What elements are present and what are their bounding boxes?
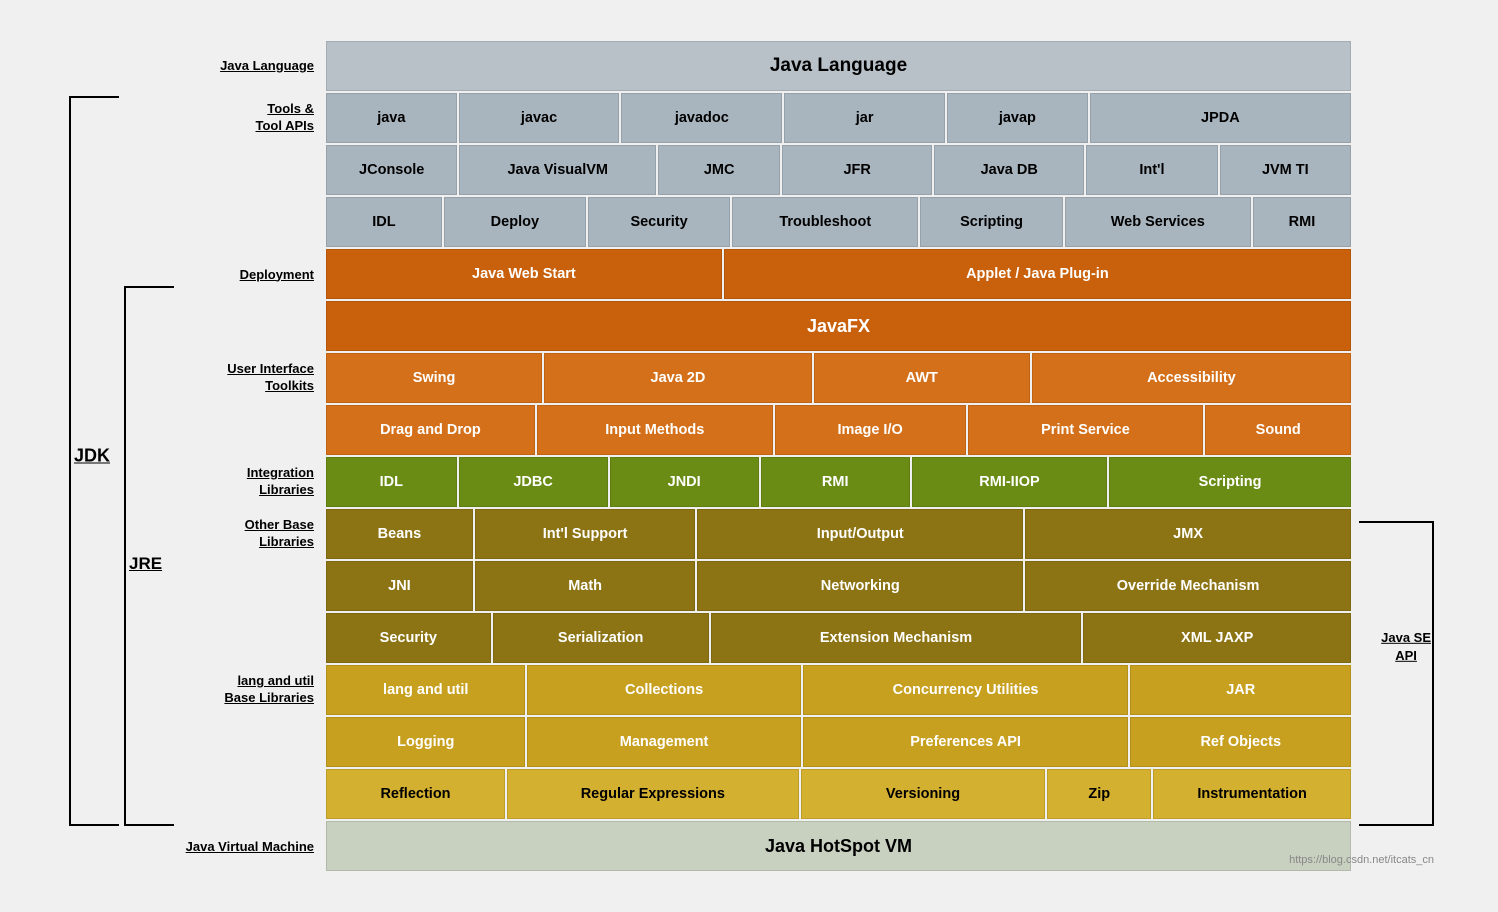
cell-idl-tools: IDL xyxy=(326,197,442,247)
cell-java: java xyxy=(326,93,457,143)
cell-javafx: JavaFX xyxy=(326,301,1351,351)
label-lang-util: lang and utilBase Libraries xyxy=(179,665,324,715)
label-deployment: Deployment xyxy=(179,249,324,299)
cell-accessibility: Accessibility xyxy=(1032,353,1351,403)
cell-prefs-api: Preferences API xyxy=(803,717,1129,767)
cell-applet: Applet / Java Plug-in xyxy=(724,249,1351,299)
cell-reflection: Reflection xyxy=(326,769,505,819)
cell-inputoutput: Input/Output xyxy=(697,509,1023,559)
cell-sound: Sound xyxy=(1205,405,1351,455)
cell-serialization: Serialization xyxy=(493,613,709,663)
cell-java2d: Java 2D xyxy=(544,353,812,403)
cell-logging: Logging xyxy=(326,717,525,767)
cell-swing: Swing xyxy=(326,353,542,403)
cell-rmi-tools: RMI xyxy=(1253,197,1351,247)
cell-deploy: Deploy xyxy=(444,197,586,247)
cell-jwebstart: Java Web Start xyxy=(326,249,722,299)
label-jvm: Java Virtual Machine xyxy=(179,821,324,871)
label-java-language: Java Language xyxy=(179,41,324,91)
cell-javadoc: javadoc xyxy=(621,93,782,143)
cell-security-base: Security xyxy=(326,613,491,663)
cell-security-tools: Security xyxy=(588,197,730,247)
cell-versioning: Versioning xyxy=(801,769,1046,819)
cell-imageio: Image I/O xyxy=(775,405,966,455)
cell-jar-util: JAR xyxy=(1130,665,1351,715)
jdk-label: JDK xyxy=(74,443,110,470)
cell-management: Management xyxy=(527,717,800,767)
cell-jvisualvm: Java VisualVM xyxy=(459,145,656,195)
cell-jdbc: JDBC xyxy=(459,457,608,507)
cell-override: Override Mechanism xyxy=(1025,561,1351,611)
cell-idl-int: IDL xyxy=(326,457,457,507)
cell-webservices: Web Services xyxy=(1065,197,1251,247)
cell-jconsole: JConsole xyxy=(326,145,457,195)
label-tools: Tools &Tool APIs xyxy=(179,93,324,143)
watermark: https://blog.csdn.net/itcats_cn xyxy=(1289,854,1434,866)
label-ui-toolkits: User InterfaceToolkits xyxy=(179,353,324,403)
cell-jar: jar xyxy=(784,93,945,143)
cell-networking: Networking xyxy=(697,561,1023,611)
cell-input-methods: Input Methods xyxy=(537,405,773,455)
label-integration: IntegrationLibraries xyxy=(179,457,324,507)
java-se-label: Java SEAPI xyxy=(1381,629,1431,665)
cell-scripting-tools: Scripting xyxy=(920,197,1062,247)
cell-math: Math xyxy=(475,561,696,611)
cell-java-language: Java Language xyxy=(326,41,1351,91)
cell-jvmti: JVM TI xyxy=(1220,145,1351,195)
cell-jpda: JPDA xyxy=(1090,93,1351,143)
cell-instrumentation: Instrumentation xyxy=(1153,769,1351,819)
cell-troubleshoot: Troubleshoot xyxy=(732,197,918,247)
cell-javac: javac xyxy=(459,93,620,143)
cell-jfr: JFR xyxy=(782,145,932,195)
cell-jni: JNI xyxy=(326,561,473,611)
cell-dnd: Drag and Drop xyxy=(326,405,535,455)
cell-zip: Zip xyxy=(1047,769,1151,819)
jre-label: JRE xyxy=(129,551,162,577)
cell-xml-jaxp: XML JAXP xyxy=(1083,613,1351,663)
cell-ext-mechanism: Extension Mechanism xyxy=(711,613,1082,663)
cell-beans: Beans xyxy=(326,509,473,559)
label-other-base: Other BaseLibraries xyxy=(179,509,324,559)
cell-rmi-int: RMI xyxy=(761,457,910,507)
cell-scripting-int: Scripting xyxy=(1109,457,1351,507)
cell-collections: Collections xyxy=(527,665,800,715)
cell-regex: Regular Expressions xyxy=(507,769,799,819)
cell-jmx: JMX xyxy=(1025,509,1351,559)
cell-concurrency: Concurrency Utilities xyxy=(803,665,1129,715)
cell-print-service: Print Service xyxy=(968,405,1204,455)
cell-rmi-iiop: RMI-IIOP xyxy=(912,457,1107,507)
cell-intl: Int'l xyxy=(1086,145,1217,195)
cell-jmc: JMC xyxy=(658,145,780,195)
cell-lang-util: lang and util xyxy=(326,665,525,715)
cell-hotspot: Java HotSpot VM xyxy=(326,821,1351,871)
cell-intl-support: Int'l Support xyxy=(475,509,696,559)
cell-jndi: JNDI xyxy=(610,457,759,507)
cell-javadb: Java DB xyxy=(934,145,1084,195)
cell-ref-objects: Ref Objects xyxy=(1130,717,1351,767)
cell-javap: javap xyxy=(947,93,1088,143)
cell-awt: AWT xyxy=(814,353,1030,403)
